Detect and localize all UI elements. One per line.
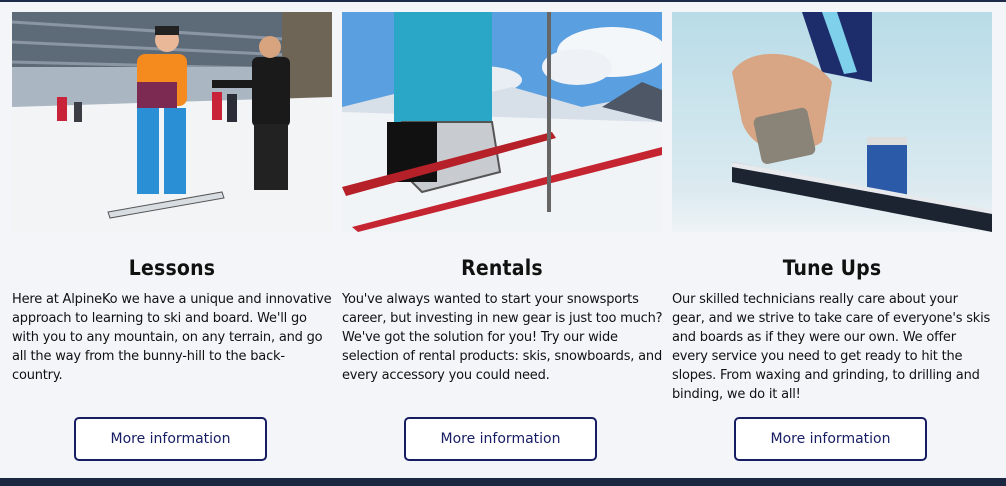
card-description: You've always wanted to start your snows…: [342, 292, 663, 383]
card-description: Here at AlpineKo we have a unique and in…: [12, 292, 332, 383]
card-lessons: Lessons Here at AlpineKo we have a uniqu…: [12, 12, 332, 474]
ski-boots-image: [342, 12, 662, 232]
card-description: Our skilled technicians really care abou…: [672, 292, 991, 402]
more-information-button[interactable]: More information: [404, 417, 597, 461]
ski-waxing-image: [672, 12, 992, 232]
card-title: Tune Ups: [782, 256, 882, 280]
more-information-button[interactable]: More information: [74, 417, 267, 461]
card-tune-ups: Tune Ups Our skilled technicians really …: [672, 12, 992, 474]
card-title: Rentals: [461, 256, 543, 280]
footer-bar: [0, 478, 1006, 486]
more-information-button[interactable]: More information: [734, 417, 927, 461]
snowboard-lesson-image: [12, 12, 332, 232]
card-rentals: Rentals You've always wanted to start yo…: [342, 12, 663, 474]
top-border: [0, 0, 1006, 2]
card-title: Lessons: [128, 256, 216, 280]
